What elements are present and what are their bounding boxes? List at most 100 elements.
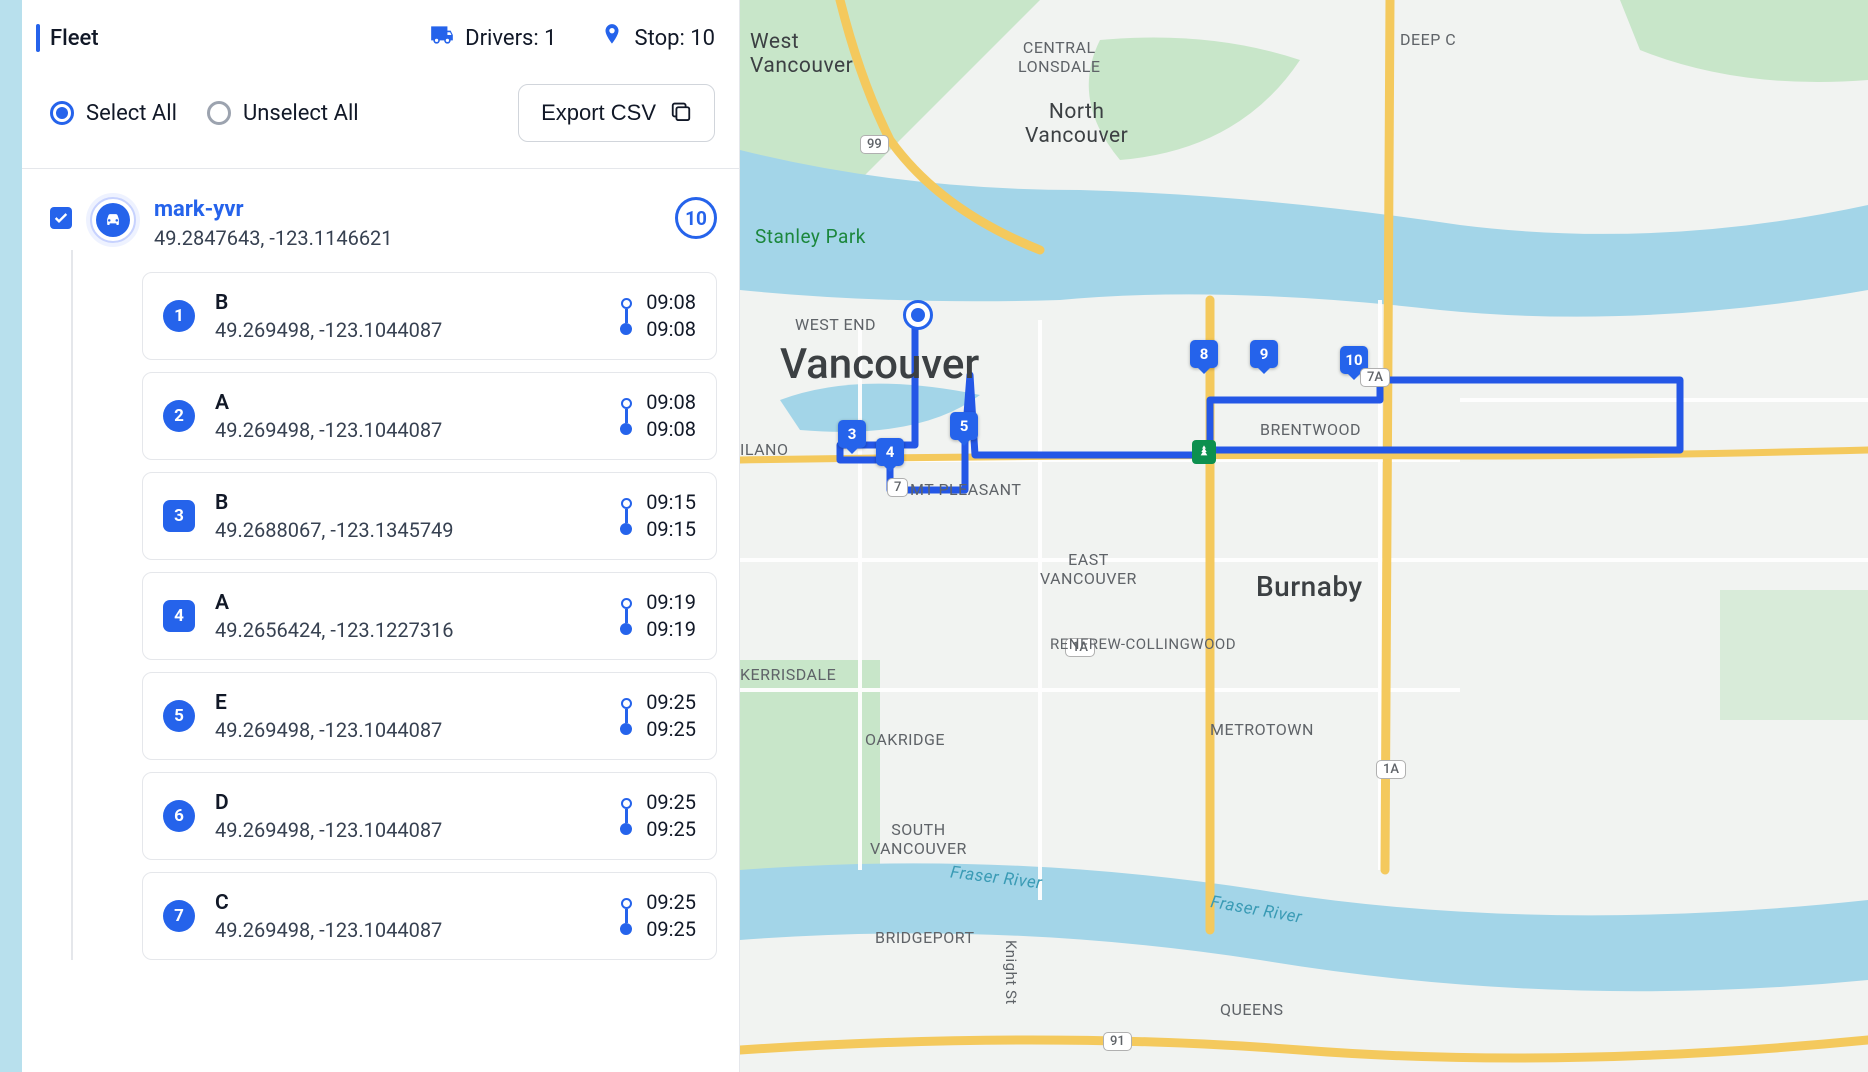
map-label-kerrisdale: KERRISDALE [740, 665, 836, 684]
stop-time-start: 09:25 [646, 689, 696, 716]
stop-number-badge: 4 [163, 600, 195, 632]
stop-time-window: 09:25 09:25 [620, 689, 696, 743]
map-label-north-vancouver: NorthVancouver [1025, 100, 1128, 148]
map-label-east-vancouver: EASTVANCOUVER [1040, 550, 1137, 588]
stop-time-window: 09:25 09:25 [620, 789, 696, 843]
check-icon [53, 210, 69, 226]
map-stop-pin-5[interactable]: 5 [950, 412, 978, 440]
stop-coords: 49.2688067, -123.1345749 [215, 518, 600, 542]
map-stop-pin-8[interactable]: 8 [1190, 340, 1218, 368]
stop-coords: 49.269498, -123.1044087 [215, 418, 600, 442]
stop-card[interactable]: 3 B 49.2688067, -123.1345749 09:15 09:15 [142, 472, 717, 560]
map-label-stanley-park: Stanley Park [755, 225, 866, 248]
time-indicator-icon [620, 398, 632, 435]
map-label-central-lonsdale: CENTRALLONSDALE [1018, 38, 1101, 76]
time-indicator-icon [620, 298, 632, 335]
stop-time-window: 09:19 09:19 [620, 589, 696, 643]
stop-coords: 49.269498, -123.1044087 [215, 718, 600, 742]
map-canvas [740, 0, 1868, 1072]
hwy-shield: 7 [887, 478, 908, 497]
hwy-shield: 7A [1360, 368, 1390, 387]
stops-stat: Stop: 10 [599, 22, 715, 54]
stop-coords: 49.2656424, -123.1227316 [215, 618, 600, 642]
map-label-bridgeport: BRIDGEPORT [875, 928, 975, 947]
stop-number-badge: 1 [163, 300, 195, 332]
map-label-mt-pleasant: MT PLEASANT [910, 480, 1021, 499]
tab-indicator [36, 24, 40, 52]
hwy-shield: 99 [860, 135, 889, 154]
map-label-south-vancouver: SOUTHVANCOUVER [870, 820, 967, 858]
map[interactable]: 3 4 5 8 9 10 99 7 1A 1A 7A 91 Vancouver … [740, 0, 1868, 1072]
stop-card[interactable]: 7 C 49.269498, -123.1044087 09:25 09:25 [142, 872, 717, 960]
stop-time-window: 09:25 09:25 [620, 889, 696, 943]
stop-card[interactable]: 6 D 49.269498, -123.1044087 09:25 09:25 [142, 772, 717, 860]
select-all-label: Select All [86, 101, 177, 126]
stop-time-end: 09:08 [646, 416, 696, 443]
stop-label: A [215, 591, 600, 615]
stop-label: E [215, 691, 600, 715]
stop-number-badge: 7 [163, 900, 195, 932]
sidebar-toolbar: Select All Unselect All Export CSV [22, 62, 739, 169]
map-label-west-vancouver: WestVancouver [750, 30, 853, 78]
stop-label: C [215, 891, 600, 915]
stop-label: B [215, 291, 600, 315]
stop-time-start: 09:19 [646, 589, 696, 616]
stop-number-badge: 6 [163, 800, 195, 832]
stop-label: D [215, 791, 600, 815]
stop-card[interactable]: 2 A 49.269498, -123.1044087 09:08 09:08 [142, 372, 717, 460]
stop-time-end: 09:25 [646, 916, 696, 943]
driver-checkbox[interactable] [50, 207, 72, 229]
driver-list: mark-yvr 49.2847643, -123.1146621 10 1 B… [22, 169, 739, 1072]
stop-number-badge: 2 [163, 400, 195, 432]
stops-count-label: Stop: 10 [635, 26, 715, 51]
stop-coords: 49.269498, -123.1044087 [215, 318, 600, 342]
time-indicator-icon [620, 898, 632, 935]
stop-time-window: 09:15 09:15 [620, 489, 696, 543]
time-indicator-icon [620, 798, 632, 835]
export-csv-button[interactable]: Export CSV [518, 84, 715, 142]
drivers-count-label: Drivers: 1 [465, 26, 556, 51]
stop-time-window: 09:08 09:08 [620, 289, 696, 343]
stop-label: B [215, 491, 600, 515]
map-label-oakridge: OAKRIDGE [865, 730, 945, 749]
map-label-brentwood: BRENTWOOD [1260, 420, 1361, 439]
map-label-burnaby: Burnaby [1256, 570, 1363, 603]
map-label-deep-c: DEEP C [1400, 30, 1456, 49]
car-icon [103, 210, 123, 230]
csv-icon [670, 99, 692, 127]
stop-time-start: 09:08 [646, 289, 696, 316]
stop-time-start: 09:15 [646, 489, 696, 516]
hwy-shield: 1A [1376, 760, 1406, 779]
unselect-all-label: Unselect All [243, 101, 359, 126]
time-indicator-icon [620, 498, 632, 535]
stop-number-badge: 3 [163, 500, 195, 532]
stop-coords: 49.269498, -123.1044087 [215, 918, 600, 942]
stop-time-start: 09:25 [646, 889, 696, 916]
driver-stop-count-badge: 10 [675, 197, 717, 239]
stop-label: A [215, 391, 600, 415]
map-stop-pin-4[interactable]: 4 [876, 438, 904, 466]
stop-time-end: 09:25 [646, 816, 696, 843]
timeline-line [71, 250, 73, 960]
stop-time-end: 09:25 [646, 716, 696, 743]
stop-time-start: 09:08 [646, 389, 696, 416]
select-all-radio[interactable]: Select All [50, 101, 177, 126]
map-stop-pin-9[interactable]: 9 [1250, 340, 1278, 368]
map-stop-pin-3[interactable]: 3 [838, 420, 866, 448]
time-indicator-icon [620, 598, 632, 635]
depot-marker[interactable] [903, 300, 933, 330]
park-marker-icon [1192, 440, 1216, 464]
stop-card[interactable]: 1 B 49.269498, -123.1044087 09:08 09:08 [142, 272, 717, 360]
app-left-strip [0, 0, 22, 1072]
drivers-stat: Drivers: 1 [429, 22, 556, 54]
stop-card[interactable]: 5 E 49.269498, -123.1044087 09:25 09:25 [142, 672, 717, 760]
stop-number-badge: 5 [163, 700, 195, 732]
page-title: Fleet [50, 26, 99, 51]
unselect-all-radio[interactable]: Unselect All [207, 101, 359, 126]
time-indicator-icon [620, 698, 632, 735]
radio-icon [207, 101, 231, 125]
stop-coords: 49.269498, -123.1044087 [215, 818, 600, 842]
stop-card[interactable]: 4 A 49.2656424, -123.1227316 09:19 09:19 [142, 572, 717, 660]
radio-icon [50, 101, 74, 125]
driver-row[interactable]: mark-yvr 49.2847643, -123.1146621 10 [50, 197, 717, 250]
